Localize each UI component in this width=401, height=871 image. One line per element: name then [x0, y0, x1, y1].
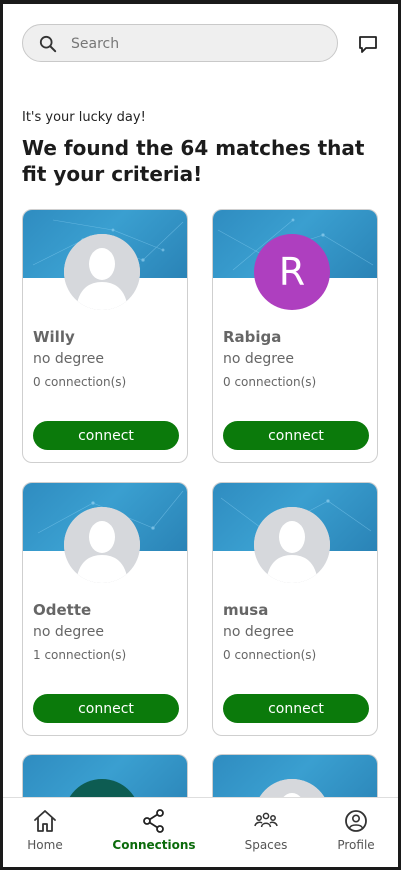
- avatar: [64, 507, 140, 583]
- nav-label: Connections: [112, 838, 196, 852]
- avatar-letter: R: [254, 234, 330, 310]
- connect-button[interactable]: connect: [33, 694, 179, 723]
- match-card-partial[interactable]: [212, 754, 378, 798]
- search-bar[interactable]: [22, 24, 338, 62]
- avatar: [254, 507, 330, 583]
- connect-button[interactable]: connect: [223, 421, 369, 450]
- default-avatar-icon: [64, 234, 140, 310]
- card-name: Odette: [33, 601, 92, 619]
- connections-icon: [143, 809, 164, 833]
- match-card[interactable]: musa no degree 0 connection(s) connect: [212, 482, 378, 736]
- nav-label: Home: [27, 838, 63, 852]
- chat-icon[interactable]: [357, 33, 379, 55]
- card-degree: no degree: [223, 351, 294, 367]
- connect-button[interactable]: connect: [33, 421, 179, 450]
- spaces-icon: [254, 812, 278, 828]
- card-connections: 0 connection(s): [33, 375, 127, 389]
- match-card[interactable]: Willy no degree 0 connection(s) connect: [22, 209, 188, 463]
- card-connections: 1 connection(s): [33, 648, 127, 662]
- card-name: Rabiga: [223, 328, 282, 346]
- nav-item-connections[interactable]: Connections: [109, 808, 199, 852]
- match-card[interactable]: Odette no degree 1 connection(s) connect: [22, 482, 188, 736]
- nav-label: Spaces: [244, 838, 288, 852]
- nav-item-profile[interactable]: Profile: [311, 808, 401, 852]
- card-connections: 0 connection(s): [223, 648, 317, 662]
- search-icon: [39, 35, 57, 53]
- page-title: We found the 64 matches that fit your cr…: [22, 136, 365, 186]
- match-card-partial[interactable]: [22, 754, 188, 798]
- card-name: musa: [223, 601, 269, 619]
- match-card[interactable]: R Rabiga no degree 0 connection(s) conne…: [212, 209, 378, 463]
- default-avatar-icon: [254, 507, 330, 583]
- card-degree: no degree: [33, 624, 104, 640]
- home-icon: [34, 810, 56, 832]
- bottom-nav: Home Connections Spaces Profile: [0, 797, 401, 871]
- nav-item-home[interactable]: Home: [0, 808, 90, 852]
- connect-button[interactable]: connect: [223, 694, 369, 723]
- search-input[interactable]: [69, 33, 313, 55]
- card-connections: 0 connection(s): [223, 375, 317, 389]
- nav-item-spaces[interactable]: Spaces: [221, 808, 311, 852]
- profile-icon: [345, 810, 367, 832]
- card-degree: no degree: [33, 351, 104, 367]
- subtitle: It's your lucky day!: [22, 110, 146, 125]
- default-avatar-icon: [64, 507, 140, 583]
- card-name: Willy: [33, 328, 75, 346]
- card-degree: no degree: [223, 624, 294, 640]
- nav-label: Profile: [337, 838, 375, 852]
- avatar: R: [254, 234, 330, 310]
- avatar: [64, 234, 140, 310]
